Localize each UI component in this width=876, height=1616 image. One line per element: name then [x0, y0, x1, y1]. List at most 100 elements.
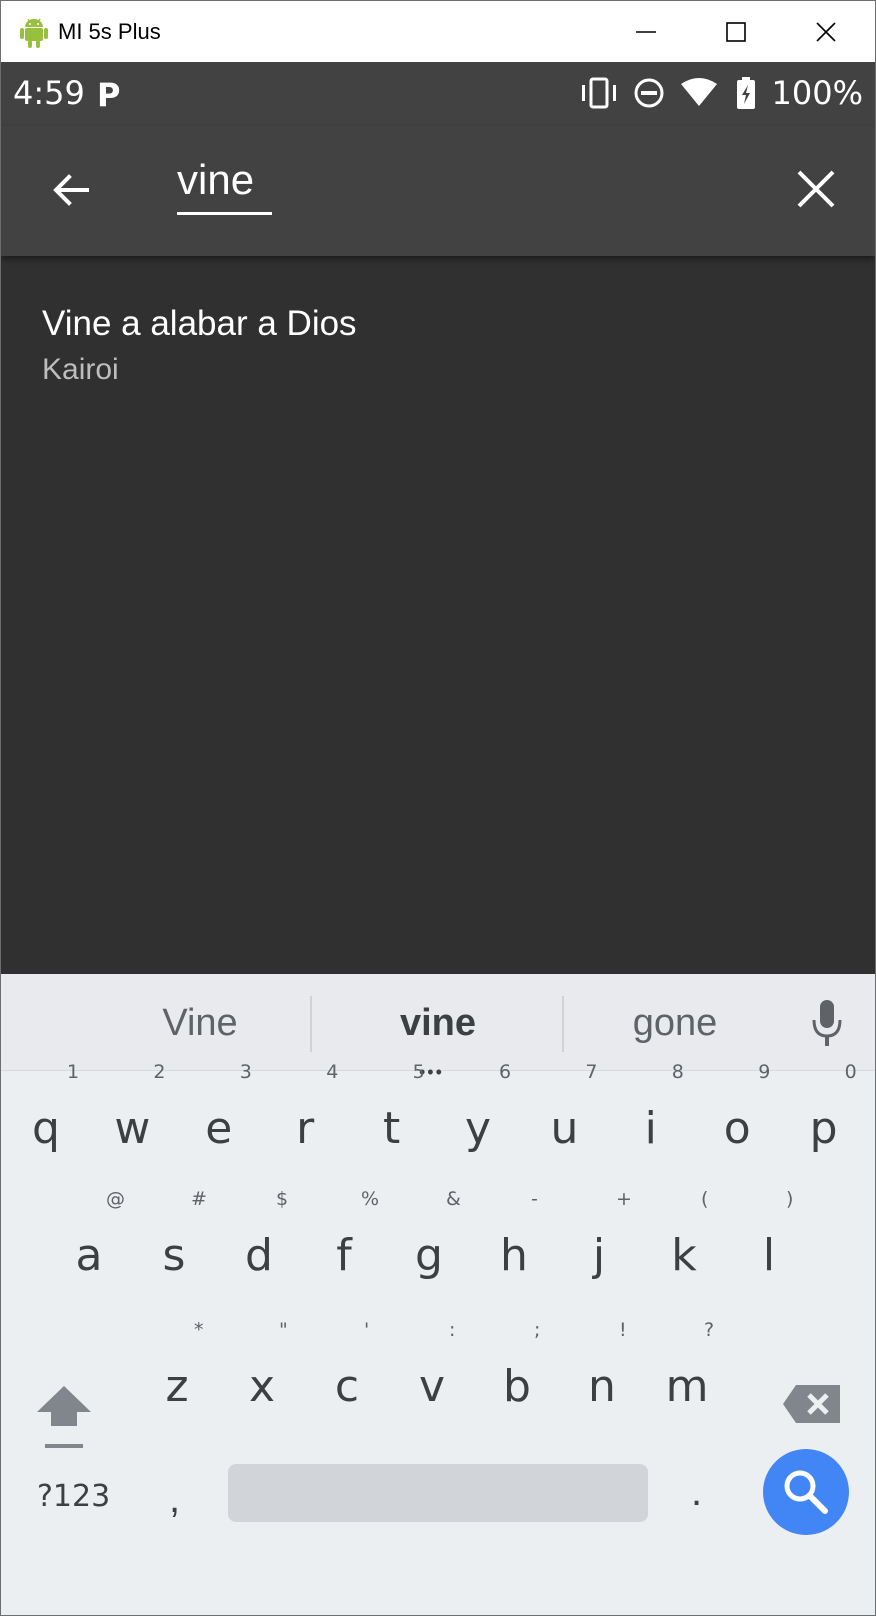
android-icon: [20, 18, 48, 48]
key-j[interactable]: j +: [556, 1186, 642, 1306]
minimize-icon: [636, 30, 656, 33]
key-p[interactable]: p0: [781, 1059, 867, 1179]
key-label: c: [334, 1361, 360, 1412]
close-icon: [816, 21, 836, 42]
symbols-key[interactable]: ?123: [37, 1479, 110, 1514]
key-k[interactable]: k(: [641, 1186, 727, 1306]
key-u[interactable]: u7: [521, 1059, 607, 1179]
key-l[interactable]: l): [726, 1186, 812, 1306]
parking-badge: P: [97, 76, 121, 114]
key-hint: 4: [326, 1061, 339, 1083]
key-label: d: [245, 1230, 273, 1281]
suggestion-item-selected[interactable]: vine: [338, 1002, 538, 1045]
key-label: j: [592, 1230, 606, 1281]
key-hint: :: [449, 1319, 456, 1341]
comma-key[interactable]: ,: [169, 1477, 180, 1522]
key-label: b: [503, 1361, 531, 1412]
search-input-underline: [177, 212, 272, 215]
key-label: f: [336, 1230, 352, 1281]
key-hint: 9: [758, 1061, 771, 1083]
vibrate-icon: [582, 77, 616, 109]
search-input[interactable]: vine: [177, 156, 254, 204]
key-hint: 6: [499, 1061, 512, 1083]
period-key[interactable]: .: [691, 1470, 702, 1515]
key-hint: ": [279, 1319, 288, 1341]
key-z[interactable]: z *: [134, 1317, 220, 1437]
key-hint: 5: [412, 1061, 425, 1083]
key-label: g: [415, 1230, 443, 1281]
key-c[interactable]: c ': [304, 1317, 390, 1437]
key-m[interactable]: m?: [644, 1317, 730, 1437]
key-hint: (: [701, 1188, 709, 1210]
key-hint: #: [191, 1188, 207, 1210]
backspace-icon[interactable]: [782, 1383, 842, 1425]
key-label: i: [644, 1103, 657, 1154]
key-label: e: [205, 1103, 233, 1154]
key-f[interactable]: f%: [301, 1186, 387, 1306]
key-g[interactable]: g &: [386, 1186, 472, 1306]
key-hint: ): [786, 1188, 794, 1210]
microphone-icon[interactable]: [810, 998, 844, 1048]
emulator-window: MI 5s Plus 4:59 P 100% vine Vine a alaba…: [0, 0, 876, 1616]
key-hint: 0: [844, 1061, 857, 1083]
minimize-button[interactable]: [601, 1, 691, 62]
key-hint: 7: [585, 1061, 598, 1083]
key-d[interactable]: d $: [216, 1186, 302, 1306]
key-hint: +: [616, 1188, 632, 1210]
key-hint: 2: [153, 1061, 166, 1083]
key-i[interactable]: i8: [608, 1059, 694, 1179]
search-app-bar: vine: [1, 126, 875, 256]
key-hint: $: [276, 1188, 289, 1210]
window-title: MI 5s Plus: [58, 19, 161, 44]
space-bar[interactable]: [228, 1464, 648, 1522]
key-label: q: [32, 1103, 60, 1154]
key-v[interactable]: v:: [389, 1317, 475, 1437]
key-label: m: [665, 1361, 709, 1412]
close-icon[interactable]: [793, 166, 839, 212]
shift-icon[interactable]: [35, 1382, 93, 1452]
key-hint: 3: [239, 1061, 252, 1083]
key-h[interactable]: h-: [471, 1186, 557, 1306]
key-hint: 1: [67, 1061, 80, 1083]
key-hint: ?: [704, 1319, 715, 1341]
window-titlebar: MI 5s Plus: [1, 1, 875, 62]
key-q[interactable]: q1: [3, 1059, 89, 1179]
window-close-button[interactable]: [781, 1, 871, 62]
key-o[interactable]: o9: [694, 1059, 780, 1179]
wifi-icon: [681, 78, 717, 106]
key-label: a: [75, 1230, 103, 1281]
key-n[interactable]: n!: [559, 1317, 645, 1437]
key-a[interactable]: a @: [46, 1186, 132, 1306]
search-button[interactable]: [763, 1449, 849, 1535]
key-label: u: [550, 1103, 579, 1154]
clock: 4:59: [13, 74, 85, 112]
suggestion-item[interactable]: gone: [575, 1002, 775, 1045]
result-subtitle: Kairoi: [42, 353, 119, 386]
key-r[interactable]: r4: [262, 1059, 348, 1179]
key-w[interactable]: w2: [89, 1059, 175, 1179]
key-b[interactable]: b;: [474, 1317, 560, 1437]
key-s[interactable]: s #: [131, 1186, 217, 1306]
result-title: Vine a alabar a Dios: [42, 304, 357, 343]
key-label: o: [723, 1103, 751, 1154]
divider: [310, 996, 312, 1052]
battery-percentage: 100%: [771, 74, 863, 112]
key-hint: &: [446, 1188, 461, 1210]
arrow-back-icon[interactable]: [47, 166, 95, 214]
key-label: t: [382, 1103, 401, 1154]
key-e[interactable]: e3: [176, 1059, 262, 1179]
key-y[interactable]: y6: [435, 1059, 521, 1179]
key-label: r: [296, 1103, 315, 1154]
key-hint: -: [531, 1188, 538, 1210]
key-label: y: [464, 1103, 492, 1154]
key-label: v: [418, 1361, 446, 1412]
maximize-button[interactable]: [691, 1, 781, 62]
key-label: n: [588, 1361, 616, 1412]
search-icon: [784, 1470, 828, 1514]
key-t[interactable]: t5: [349, 1059, 435, 1179]
key-label: s: [162, 1230, 186, 1281]
key-x[interactable]: x ": [219, 1317, 305, 1437]
suggestion-item[interactable]: Vine: [100, 1002, 300, 1045]
key-label: z: [165, 1361, 189, 1412]
maximize-icon: [726, 21, 746, 42]
